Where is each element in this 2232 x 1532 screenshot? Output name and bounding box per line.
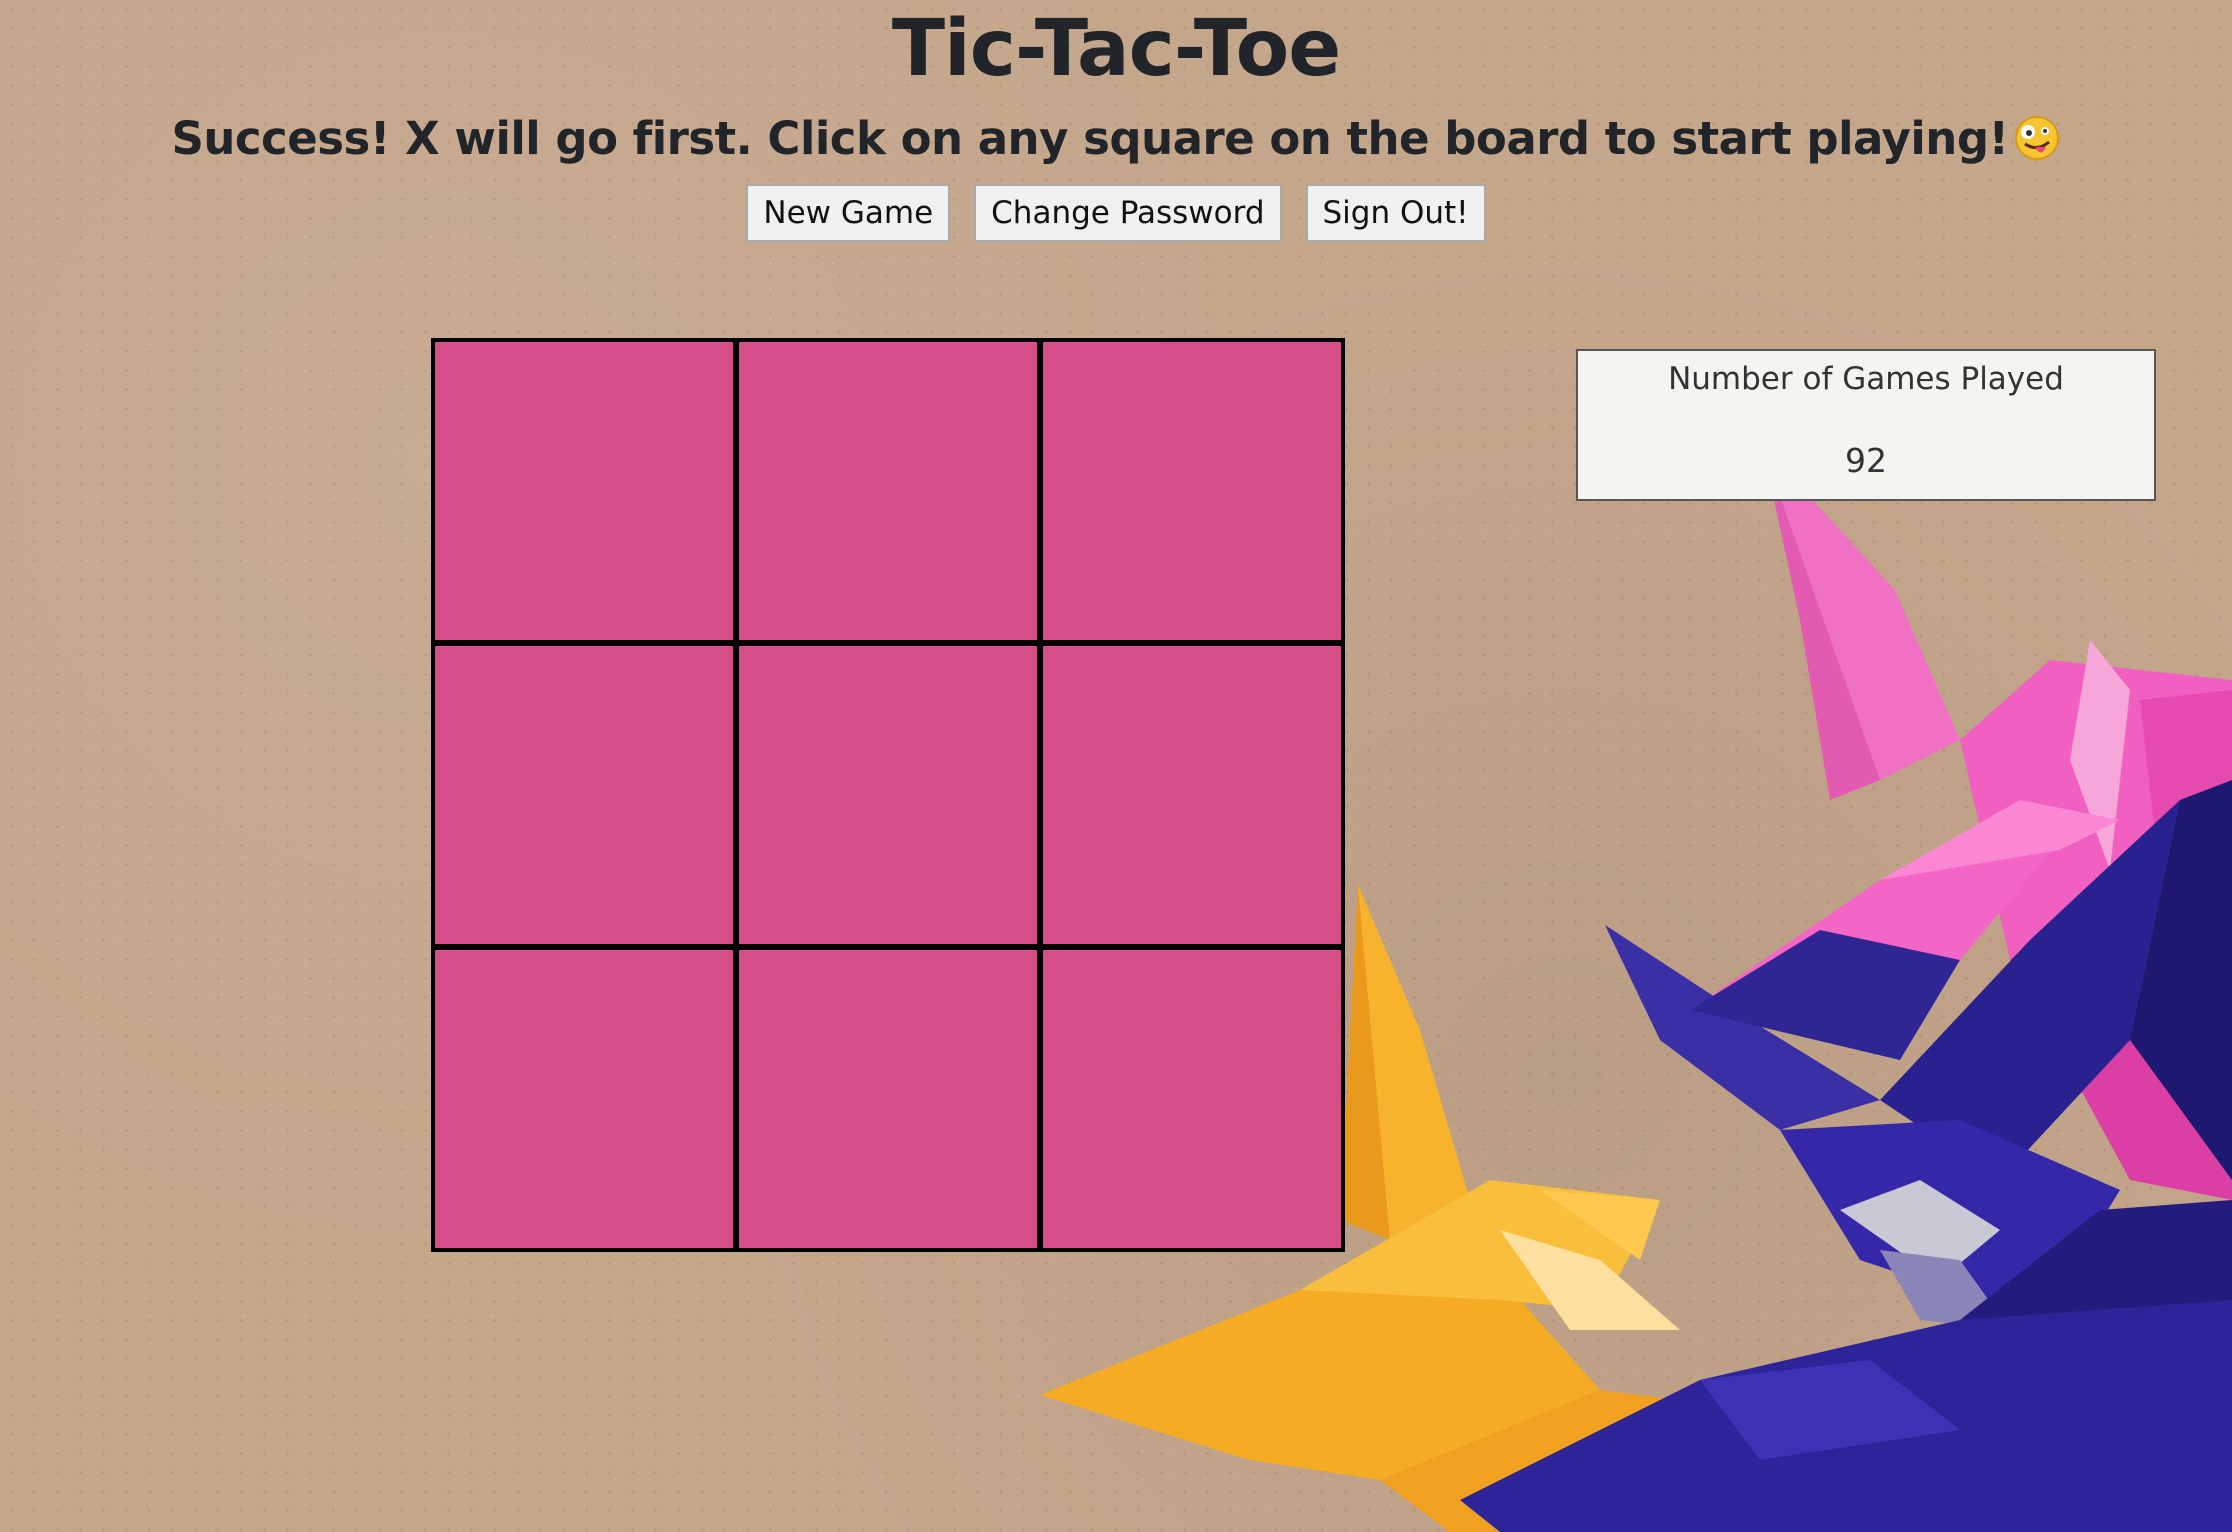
status-message-text: Success! X will go first. Click on any s… (171, 112, 2009, 165)
board-cell-4[interactable] (739, 646, 1037, 944)
board-cell-1[interactable] (739, 342, 1037, 640)
board-cell-8[interactable] (1043, 950, 1341, 1248)
zany-face-emoji-icon (2014, 116, 2059, 160)
board-cell-0[interactable] (435, 342, 733, 640)
board-cell-3[interactable] (435, 646, 733, 944)
board-cell-7[interactable] (739, 950, 1037, 1248)
new-game-button[interactable]: New Game (746, 184, 951, 242)
sign-out-button[interactable]: Sign Out! (1305, 184, 1486, 242)
change-password-button[interactable]: Change Password (974, 184, 1282, 242)
games-played-label: Number of Games Played (1668, 361, 2064, 397)
game-controls: New Game Change Password Sign Out! (0, 184, 2232, 242)
board-cell-5[interactable] (1043, 646, 1341, 944)
board-cell-6[interactable] (435, 950, 733, 1248)
page-title: Tic-Tac-Toe (891, 4, 1341, 94)
board-cell-2[interactable] (1043, 342, 1341, 640)
game-board (431, 338, 1345, 1252)
status-message: Success! X will go first. Click on any s… (0, 112, 2232, 165)
games-played-count: 92 (1845, 441, 1887, 480)
games-played-panel: Number of Games Played 92 (1576, 349, 2156, 501)
